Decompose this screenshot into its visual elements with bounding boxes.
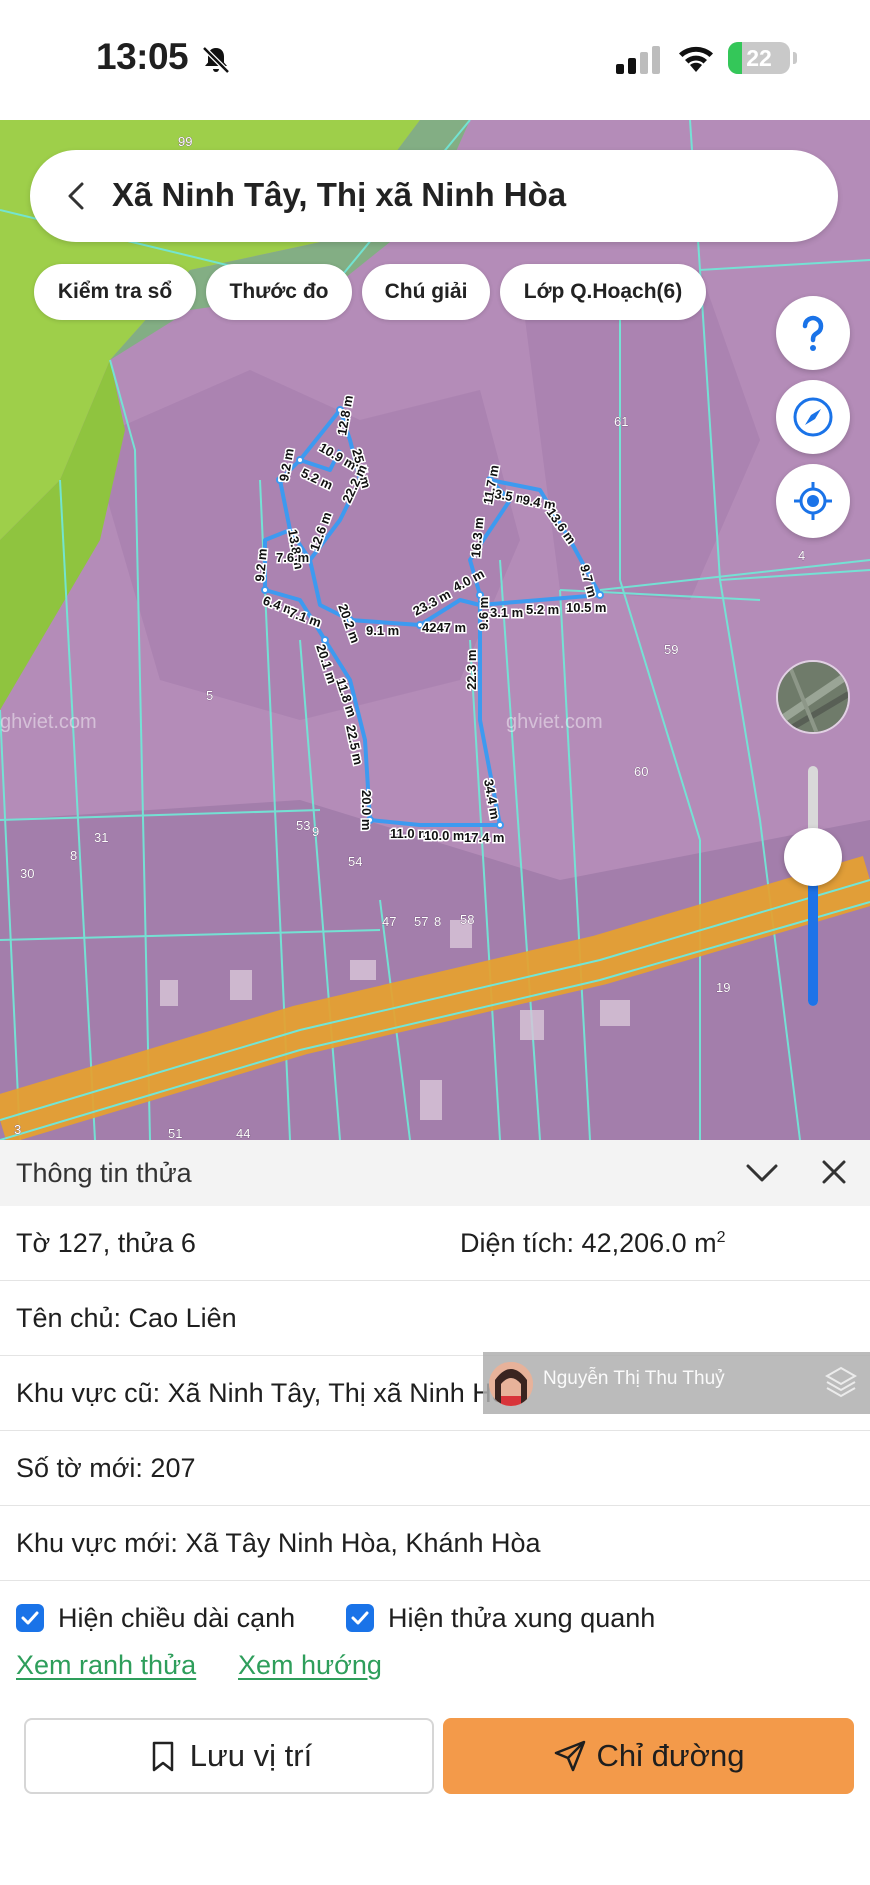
view-boundary-link[interactable]: Xem ranh thửa <box>16 1650 196 1681</box>
edge-label: 5.2 m <box>526 602 559 617</box>
parcel-number: 59 <box>664 642 678 657</box>
parcel-number: 53 <box>296 818 310 833</box>
bookmark-icon <box>152 1741 174 1772</box>
parcel-number: 99 <box>178 134 192 149</box>
parcel-number: 3 <box>14 1122 21 1137</box>
parcel-info-header: Thông tin thửa <box>0 1140 870 1206</box>
cellular-signal-icon <box>616 46 660 74</box>
parcel-number: 4 <box>798 548 805 563</box>
layers-icon <box>824 1366 858 1398</box>
parcel-number: 57 <box>414 914 428 929</box>
parcel-number: 58 <box>460 912 474 927</box>
edge-label: 3.1 m <box>490 605 523 620</box>
show-neighbors-toggle[interactable]: Hiện thửa xung quanh <box>346 1598 686 1638</box>
owner-row: Tên chủ: Cao Liên <box>0 1281 870 1356</box>
get-directions-button[interactable]: Chỉ đường <box>443 1718 854 1794</box>
show-edge-length-label: Hiện chiều dài cạnh <box>58 1603 296 1633</box>
my-location-button[interactable] <box>776 464 850 538</box>
status-time: 13:05 <box>96 36 189 77</box>
edge-label: 20.0 m <box>359 790 374 830</box>
user-overlay-badge: Nguyễn Thị Thu Thuỷ <box>483 1352 870 1414</box>
chip-planning-layers[interactable]: Lớp Q.Hoạch(6) <box>500 264 706 320</box>
new-area-row: Khu vực mới: Xã Tây Ninh Hòa, Khánh Hòa <box>0 1506 870 1581</box>
status-bar: 13:05 22 <box>0 0 870 120</box>
new-sheet-number: Số tờ mới: 207 <box>16 1453 196 1483</box>
chip-ruler[interactable]: Thước đo <box>206 264 352 320</box>
parcel-area-value: Diện tích: 42,206.0 m <box>460 1228 717 1258</box>
watermark: ghviet.com <box>506 711 603 733</box>
view-direction-link[interactable]: Xem hướng <box>238 1650 382 1681</box>
old-area: Khu vực cũ: Xã Ninh Tây, Thị xã Ninh Hòa <box>16 1378 522 1408</box>
watermark: ghviet.com <box>0 711 97 733</box>
location-search-bar[interactable]: Xã Ninh Tây, Thị xã Ninh Hòa <box>30 150 838 242</box>
edge-label: 10.0 m <box>424 828 464 843</box>
parcel-area: Diện tích: 42,206.0 m2 <box>460 1206 726 1281</box>
parcel-number: 8 <box>434 914 441 929</box>
edge-label: 7.6 m <box>276 550 309 565</box>
wifi-icon <box>679 46 713 72</box>
parcel-number: 60 <box>634 764 648 779</box>
parcel-number: 30 <box>20 866 34 881</box>
get-directions-label: Chỉ đường <box>596 1738 745 1773</box>
parcel-number: 8 <box>70 848 77 863</box>
parcel-number: 54 <box>348 854 362 869</box>
new-area: Khu vực mới: Xã Tây Ninh Hòa, Khánh Hòa <box>16 1528 541 1558</box>
edge-label: 22.3 m <box>464 650 479 690</box>
parcel-number: 47 <box>382 914 396 929</box>
parcel-number: 9 <box>312 824 319 839</box>
battery-level: 22 <box>746 45 772 71</box>
panel-title: Thông tin thửa <box>16 1158 192 1188</box>
new-sheet-row: Số tờ mới: 207 <box>0 1431 870 1506</box>
edge-label: 9.1 m <box>366 623 399 638</box>
checkbox-show-neighbors[interactable] <box>346 1604 374 1632</box>
edge-label: 9.6 m <box>476 597 491 630</box>
parcel-number: 44 <box>236 1126 250 1140</box>
map-layer-toggle[interactable] <box>776 660 850 734</box>
zoom-slider-handle[interactable] <box>784 828 842 887</box>
edge-label: 10.5 m <box>566 600 606 615</box>
map-view[interactable]: 12.8 m 10.9 m 5.2 m 9.2 m 25.5 m 22.2 m … <box>0 120 870 1140</box>
bell-slash-icon <box>202 46 230 74</box>
edge-label: 4247 m <box>422 620 466 635</box>
chip-check-certificate[interactable]: Kiểm tra sổ <box>34 264 196 320</box>
edge-label: 17.4 m <box>464 830 504 845</box>
sheet-parcel-number: Tờ 127, thửa 6 <box>16 1228 196 1258</box>
compass-button[interactable] <box>776 380 850 454</box>
battery-tip <box>793 52 797 64</box>
overlay-user-name: Nguyễn Thị Thu Thuỷ <box>543 1368 725 1389</box>
edge-label: 9.2 m <box>252 548 270 582</box>
compass-icon <box>793 397 833 437</box>
close-icon[interactable] <box>818 1156 850 1188</box>
location-title: Xã Ninh Tây, Thị xã Ninh Hòa <box>112 176 567 213</box>
back-arrow-icon[interactable] <box>56 176 96 216</box>
show-neighbors-label: Hiện thửa xung quanh <box>388 1603 656 1633</box>
send-arrow-icon <box>554 1740 585 1772</box>
checkmark-icon <box>21 1611 39 1625</box>
chip-legend[interactable]: Chú giải <box>362 264 490 320</box>
parcel-number: 19 <box>716 980 730 995</box>
parcel-number: 61 <box>614 414 628 429</box>
chevron-down-icon[interactable] <box>744 1158 780 1188</box>
help-button[interactable] <box>776 296 850 370</box>
location-target-icon <box>794 482 832 520</box>
parcel-number: 51 <box>168 1126 182 1140</box>
show-edge-length-toggle[interactable]: Hiện chiều dài cạnh <box>16 1598 316 1638</box>
sheet-area-row: Tờ 127, thửa 6 Diện tích: 42,206.0 m2 <box>0 1206 870 1281</box>
avatar <box>489 1362 533 1406</box>
battery-indicator: 22 <box>728 42 790 74</box>
owner-name: Tên chủ: Cao Liên <box>16 1303 237 1333</box>
checkbox-show-edge-length[interactable] <box>16 1604 44 1632</box>
save-location-button[interactable]: Lưu vị trí <box>24 1718 434 1794</box>
area-unit-exponent: 2 <box>716 1229 726 1246</box>
save-location-label: Lưu vị trí <box>189 1738 313 1773</box>
question-mark-icon <box>802 315 824 351</box>
parcel-number: 31 <box>94 830 108 845</box>
parcel-number: 5 <box>206 688 213 703</box>
checkmark-icon <box>351 1611 369 1625</box>
